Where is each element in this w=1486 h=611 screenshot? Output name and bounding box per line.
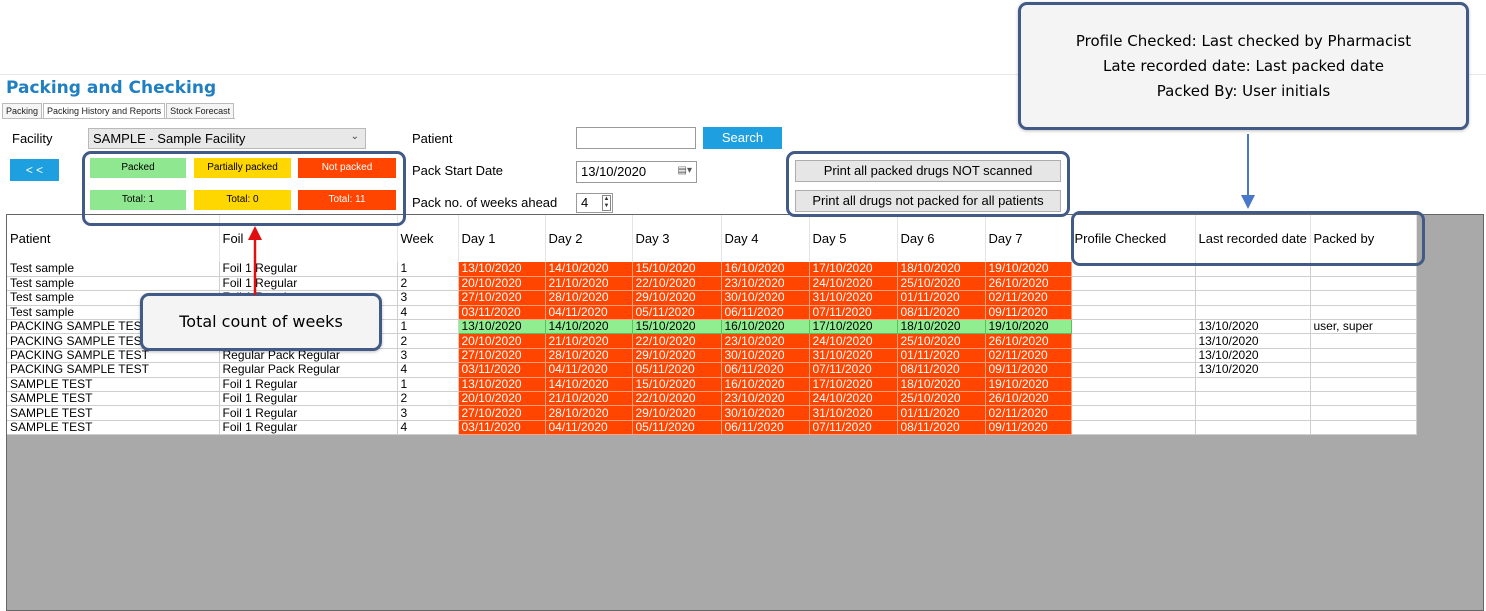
blue-arrow bbox=[1241, 134, 1255, 209]
annotation-arrows bbox=[248, 134, 1255, 295]
red-arrow bbox=[248, 226, 262, 295]
